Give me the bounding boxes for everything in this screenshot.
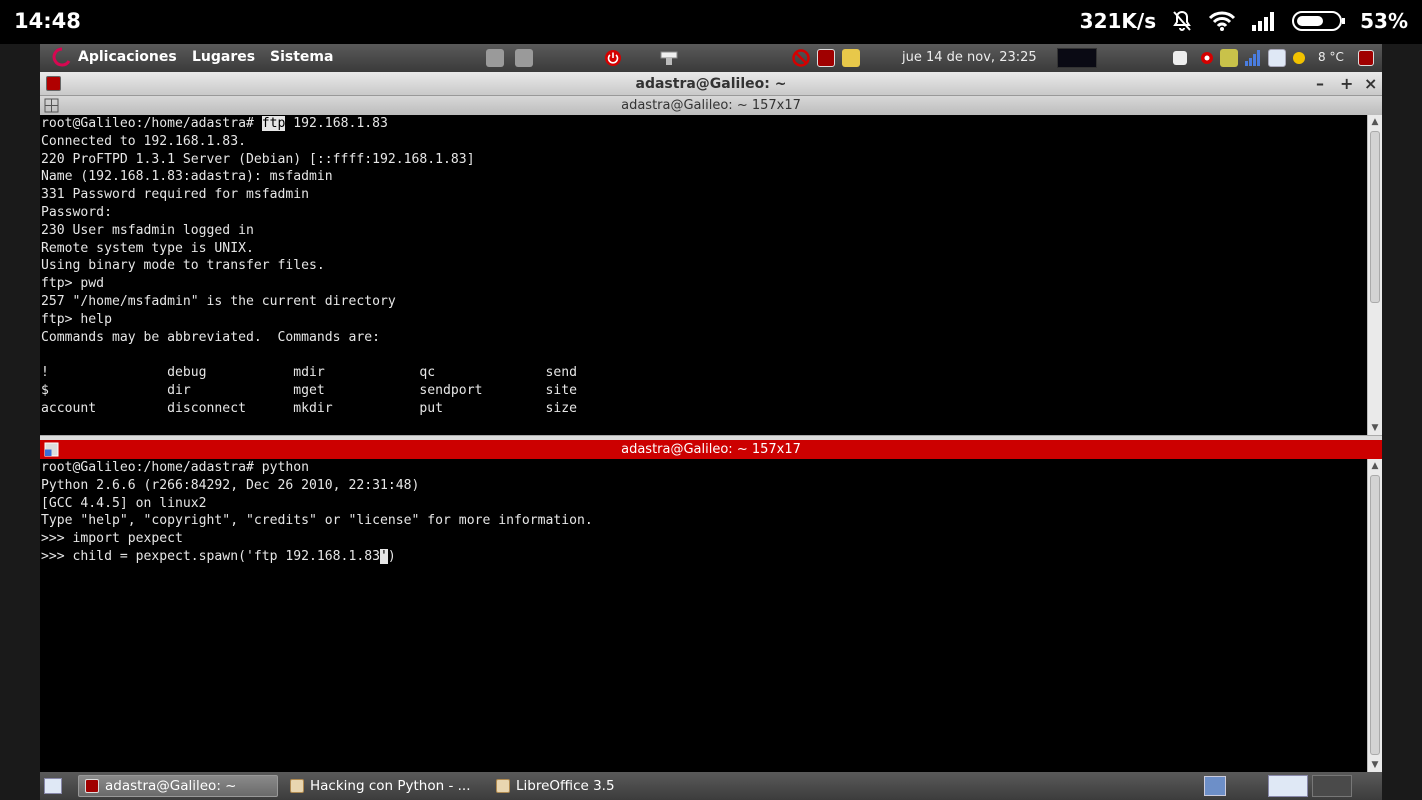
launcher-icon[interactable] bbox=[515, 49, 533, 67]
scroll-thumb[interactable] bbox=[1370, 131, 1380, 303]
terminal-line: >>> import pexpect bbox=[41, 531, 183, 547]
terminal-line: root@Galileo:/home/adastra# python bbox=[41, 460, 310, 475]
shell-prompt: root@Galileo:/home/adastra# bbox=[41, 116, 262, 131]
terminal-launcher-icon[interactable] bbox=[817, 49, 835, 67]
network-bars-icon[interactable] bbox=[1244, 49, 1262, 67]
terminal-line: Python 2.6.6 (r266:84292, Dec 26 2010, 2… bbox=[41, 477, 420, 493]
window-title: adastra@Galileo: ~ bbox=[635, 76, 787, 92]
terminal-line: [GCC 4.4.5] on linux2 bbox=[41, 495, 207, 511]
weather-temperature[interactable]: 8 °C bbox=[1318, 50, 1344, 64]
terminal-line: 220 ProFTPD 1.3.1 Server (Debian) [::fff… bbox=[41, 151, 475, 167]
terminal-line: 230 User msfadmin logged in bbox=[41, 222, 254, 238]
workspace-switcher-2[interactable] bbox=[1312, 775, 1352, 797]
panel-clock[interactable]: jue 14 de nov, 23:25 bbox=[902, 50, 1037, 65]
taskbar-item-libreoffice[interactable]: LibreOffice 3.5 bbox=[490, 775, 670, 797]
signal-icon bbox=[1252, 12, 1275, 31]
document-icon bbox=[290, 779, 304, 793]
terminal-line: ftp> help bbox=[41, 311, 112, 327]
network-icon[interactable] bbox=[1204, 776, 1226, 796]
pane-title: adastra@Galileo: ~ 157x17 bbox=[621, 442, 801, 457]
bottom-taskbar: adastra@Galileo: ~ Hacking con Python - … bbox=[40, 772, 1382, 800]
pane-title: adastra@Galileo: ~ 157x17 bbox=[621, 98, 801, 113]
terminal-line: Connected to 192.168.1.83. bbox=[41, 133, 246, 149]
terminal-line: account disconnect mkdir put size bbox=[41, 400, 578, 416]
text-cursor: ' bbox=[379, 548, 388, 564]
command-args: 192.168.1.83 bbox=[285, 116, 388, 131]
python-input-tail: ) bbox=[387, 548, 396, 564]
terminal-line: ! debug mdir qc send bbox=[41, 365, 578, 381]
show-desktop-icon[interactable] bbox=[44, 778, 62, 794]
android-status-bar: 14:48 321K/s 53% bbox=[0, 0, 1422, 44]
terminal-line: 331 Password required for msfadmin bbox=[41, 187, 310, 203]
terminal-line: $ dir mget sendport site bbox=[41, 382, 578, 398]
terminal-line: ftp> pwd bbox=[41, 276, 105, 292]
pane-header-top[interactable]: adastra@Galileo: ~ 157x17 bbox=[40, 96, 1382, 115]
terminal-app-icon bbox=[85, 779, 99, 793]
window-title-bar[interactable]: adastra@Galileo: ~ – + × bbox=[40, 72, 1382, 96]
clipboard-icon[interactable] bbox=[1268, 49, 1286, 67]
android-status-icons: 321K/s 53% bbox=[1080, 9, 1408, 33]
terminal-line: Commands may be abbreviated. Commands ar… bbox=[41, 329, 380, 345]
menu-lugares[interactable]: Lugares bbox=[192, 49, 255, 65]
minimize-button[interactable]: – bbox=[1316, 74, 1324, 93]
android-clock: 14:48 bbox=[14, 9, 81, 33]
menu-sistema[interactable]: Sistema bbox=[270, 49, 333, 65]
show-desktop-icon[interactable] bbox=[1358, 50, 1374, 66]
taskbar-item-label: LibreOffice 3.5 bbox=[516, 778, 615, 794]
libreoffice-icon bbox=[496, 779, 510, 793]
scrollbar-top-pane[interactable]: ▲ ▼ bbox=[1367, 115, 1382, 435]
letterbox-right bbox=[1382, 44, 1422, 800]
pane-header-bottom-active[interactable]: adastra@Galileo: ~ 157x17 bbox=[40, 440, 1382, 459]
terminal-line: Password: bbox=[41, 204, 112, 220]
notifications-off-icon bbox=[1173, 10, 1191, 31]
debian-logo-icon[interactable] bbox=[52, 47, 72, 69]
weather-sun-icon[interactable] bbox=[1292, 51, 1306, 65]
scroll-down-icon[interactable]: ▼ bbox=[1368, 421, 1382, 435]
selected-text: ftp bbox=[261, 116, 286, 131]
scroll-thumb[interactable] bbox=[1370, 475, 1380, 755]
wifi-icon bbox=[1209, 11, 1236, 31]
python-input: >>> child = pexpect.spawn('ftp 192.168.1… bbox=[41, 548, 380, 564]
terminal-line: root@Galileo:/home/adastra# ftp 192.168.… bbox=[41, 115, 1367, 133]
scroll-up-icon[interactable]: ▲ bbox=[1368, 459, 1382, 473]
scrollbar-bottom-pane[interactable]: ▲ ▼ bbox=[1367, 459, 1382, 772]
terminal-pane-bottom[interactable]: root@Galileo:/home/adastra# python Pytho… bbox=[40, 459, 1367, 772]
mail-icon[interactable] bbox=[842, 49, 860, 67]
battery-icon bbox=[1292, 11, 1346, 31]
terminal-pane-top[interactable]: root@Galileo:/home/adastra# ftp 192.168.… bbox=[40, 115, 1367, 435]
launcher-icon[interactable] bbox=[486, 49, 504, 67]
close-button[interactable]: × bbox=[1364, 74, 1377, 93]
maximize-button[interactable]: + bbox=[1340, 74, 1353, 93]
taskbar-item-terminal[interactable]: adastra@Galileo: ~ bbox=[78, 775, 278, 797]
terminal-line: Using binary mode to transfer files. bbox=[41, 258, 325, 274]
desktop: Aplicaciones Lugares Sistema jue 14 de n… bbox=[40, 44, 1382, 800]
scroll-up-icon[interactable]: ▲ bbox=[1368, 115, 1382, 129]
taskbar-item-document[interactable]: Hacking con Python - ... bbox=[284, 775, 480, 797]
scroll-down-icon[interactable]: ▼ bbox=[1368, 758, 1382, 772]
window-list-icon[interactable] bbox=[1173, 51, 1187, 65]
tray-app-icon[interactable] bbox=[1220, 49, 1238, 67]
terminal-line: >>> child = pexpect.spawn('ftp 192.168.1… bbox=[41, 548, 1367, 566]
terminal-line: Name (192.168.1.83:adastra): msfadmin bbox=[41, 169, 333, 185]
update-gear-icon[interactable] bbox=[1198, 49, 1216, 67]
terminal-line: Type "help", "copyright", "credits" or "… bbox=[41, 513, 593, 529]
eraser-tool-icon[interactable] bbox=[660, 49, 678, 67]
power-icon[interactable] bbox=[604, 49, 622, 67]
menu-aplicaciones[interactable]: Aplicaciones bbox=[78, 49, 177, 65]
taskbar-item-label: adastra@Galileo: ~ bbox=[105, 778, 237, 794]
letterbox-left bbox=[0, 44, 40, 800]
net-speed: 321K/s bbox=[1079, 9, 1157, 33]
battery-percent: 53% bbox=[1360, 9, 1408, 33]
taskbar-item-label: Hacking con Python - ... bbox=[310, 778, 471, 794]
no-entry-icon[interactable] bbox=[792, 49, 810, 67]
system-monitor-graph[interactable] bbox=[1057, 48, 1097, 68]
terminal-line: Remote system type is UNIX. bbox=[41, 240, 254, 256]
terminal-line: 257 "/home/msfadmin" is the current dire… bbox=[41, 293, 396, 309]
top-panel: Aplicaciones Lugares Sistema jue 14 de n… bbox=[40, 44, 1382, 72]
workspace-switcher-1[interactable] bbox=[1268, 775, 1308, 797]
